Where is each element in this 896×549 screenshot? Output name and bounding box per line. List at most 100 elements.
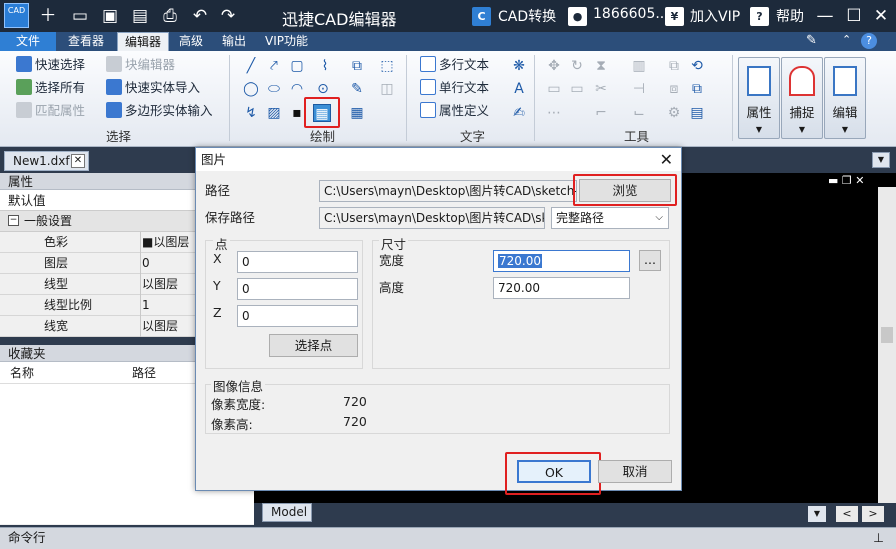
help-button[interactable]: 帮助 [776,6,804,26]
polyline-icon[interactable]: ⤤ [265,57,283,75]
fillet-icon[interactable]: ⌐ [592,104,610,122]
path-input[interactable]: C:\Users\mayn\Desktop\图片转CAD\sketch-30 [319,180,577,202]
new-icon[interactable]: ＋ [38,6,58,26]
user-account[interactable]: 1866605... [593,6,669,22]
select-all-button[interactable]: 选择所有 [16,77,85,99]
block-editor-button[interactable]: 块编辑器 [106,54,175,76]
scrollbar-thumb[interactable] [881,327,893,343]
offset-icon[interactable]: ⧈ [665,80,683,98]
save-as-icon[interactable]: ▤ [130,6,150,26]
canvas-window-controls[interactable]: ▬ ❐ ✕ [828,174,864,187]
print-icon[interactable]: ⎙ [160,6,180,26]
skin-icon[interactable]: ✎ [806,33,826,50]
circle-icon[interactable]: ◯ [242,80,260,98]
document-tab[interactable]: New1.dxf ✕ [4,151,89,171]
rectangle-icon[interactable]: ▢ [288,57,306,75]
move-icon[interactable]: ✥ [545,57,563,75]
text-edit-icon[interactable]: A [510,80,528,98]
attribute-definition-button[interactable]: 属性定义 [420,100,489,122]
array-icon[interactable]: ▥ [630,57,648,75]
browse-button[interactable]: 浏览 [579,179,671,202]
scroll-right-icon[interactable]: > [862,506,884,522]
match-properties-button[interactable]: 匹配属性 [16,100,85,122]
copy-icon[interactable]: ⧉ [665,57,683,75]
chamfer-icon[interactable]: ⌙ [630,104,648,122]
mirror-icon[interactable]: ⧗ [592,57,610,75]
join-vip-button[interactable]: 加入VIP [690,6,740,26]
quick-select-button[interactable]: 快速选择 [16,54,85,76]
redo-icon[interactable]: ↷ [218,6,238,26]
select-point-button[interactable]: 选择点 [269,334,358,357]
menu-editor[interactable]: 编辑器 [117,32,170,51]
cad-convert-icon[interactable]: C [472,7,491,26]
open-icon[interactable]: ▭ [70,6,90,26]
edit-button[interactable]: 编辑 ▼ [824,57,866,139]
insert-image-icon[interactable]: ▦ [313,104,331,122]
explode-icon[interactable]: ⧉ [688,80,706,98]
properties-button[interactable]: 属性 ▼ [738,57,780,139]
region-icon[interactable]: ⬚ [378,57,396,75]
save-path-input[interactable]: C:\Users\mayn\Desktop\图片转CAD\sket [319,207,545,229]
quick-entity-import-button[interactable]: 快速实体导入 [106,77,200,99]
cancel-button[interactable]: 取消 [598,460,672,483]
maximize-icon[interactable]: ☐ [841,4,867,28]
model-tab[interactable]: Model [262,503,312,522]
menu-vip[interactable]: VIP功能 [258,32,315,51]
block-insert-icon[interactable]: ⧉ [348,57,366,75]
join-icon[interactable]: ⚙ [665,104,683,122]
width-input[interactable]: 720.00 [493,250,630,272]
menu-viewer[interactable]: 查看器 [61,32,111,51]
scroll-left-icon[interactable]: < [836,506,858,522]
z-input[interactable]: 0 [237,305,358,327]
menu-advanced[interactable]: 高级 [172,32,210,51]
user-icon[interactable]: ● [568,7,587,26]
layout-dropdown-icon[interactable]: ▼ [808,506,826,522]
polygon-entity-input-button[interactable]: 多边形实体输入 [106,100,213,122]
close-icon[interactable]: ✕ [868,4,894,28]
ok-button[interactable]: OK [517,460,591,483]
spline-icon[interactable]: ⌇ [316,57,334,75]
x-input[interactable]: 0 [237,251,358,273]
pen-icon[interactable]: ✎ [348,80,366,98]
column-path[interactable]: 路径 [132,362,156,384]
close-tab-icon[interactable]: ✕ [71,154,85,168]
collapse-icon[interactable]: − [8,215,19,226]
snap-button[interactable]: 捕捉 ▼ [781,57,823,139]
stretch-icon[interactable]: ▭ [545,80,563,98]
revcloud-icon[interactable]: ↯ [242,104,260,122]
extend-icon[interactable]: ⊣ [630,80,648,98]
point-icon[interactable]: ⊙ [314,80,332,98]
close-icon[interactable]: ✕ [660,150,673,169]
undo-icon[interactable]: ↶ [190,6,210,26]
save-icon[interactable]: ▣ [100,6,120,26]
layer-tool-icon[interactable]: ▤ [688,104,706,122]
collapse-ribbon-icon[interactable]: ⌃ [842,33,851,46]
line-icon[interactable]: ╱ [242,57,260,75]
text-pen-icon[interactable]: ✍ [510,104,528,122]
refresh-icon[interactable]: ⟲ [688,57,706,75]
save-path-mode-select[interactable]: 完整路径 ⌵ [551,207,669,229]
cad-convert-button[interactable]: CAD转换 [498,6,556,26]
minimize-icon[interactable]: — [812,4,838,28]
yen-icon[interactable]: ¥ [665,7,684,26]
table-icon[interactable]: ▦ [348,104,366,122]
menu-file[interactable]: 文件 [0,32,57,51]
help-icon[interactable]: ? [750,7,769,26]
single-text-button[interactable]: 单行文本 [420,77,489,99]
pin-icon[interactable]: ⊥ [873,528,884,548]
hatch-icon[interactable]: ▨ [265,104,283,122]
break-icon[interactable]: ⋯ [545,104,563,122]
menu-output[interactable]: 输出 [215,32,253,51]
arc-icon[interactable]: ◠ [288,80,306,98]
rotate-icon[interactable]: ↻ [568,57,586,75]
height-input[interactable]: 720.00 [493,277,630,299]
y-input[interactable]: 0 [237,278,358,300]
tab-list-dropdown[interactable]: ▼ [872,152,890,168]
scale-icon[interactable]: ▭ [568,80,586,98]
ellipse-icon[interactable]: ⬭ [265,80,283,98]
text-style-icon[interactable]: ❋ [510,57,528,75]
mtext-button[interactable]: 多行文本 [420,54,489,76]
help-circle-icon[interactable]: ? [861,33,877,49]
wipeout-icon[interactable]: ◫ [378,80,396,98]
ellipsis-button[interactable]: ... [639,250,661,271]
